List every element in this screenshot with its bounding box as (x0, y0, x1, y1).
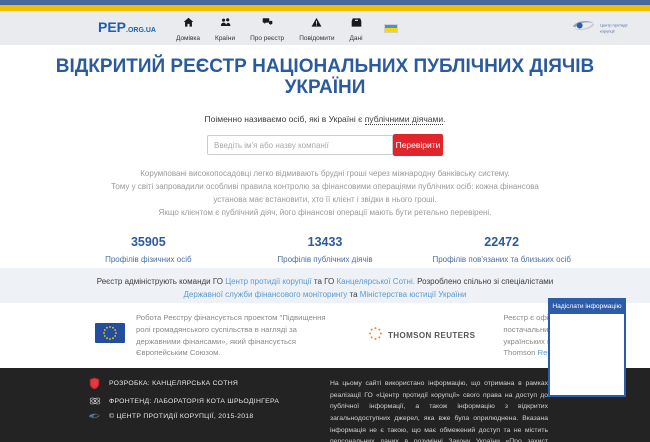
logo-suffix-text: .ORG.UA (126, 27, 156, 34)
nav-item-home[interactable]: Домівка (176, 15, 200, 42)
nav-item-data[interactable]: Дані (350, 15, 363, 42)
admin-text: Реєстр адмініструють команди ГО (96, 277, 226, 286)
page-title: ВІДКРИТИЙ РЕЄСТР НАЦІОНАЛЬНИХ ПУБЛІЧНИХ … (45, 56, 605, 98)
nav-label: Країни (215, 34, 236, 42)
check-button[interactable]: Перевірити (393, 134, 443, 157)
nav-label: Повідомити (299, 34, 335, 42)
stats-row: 35905 Профілів фізичних осіб 13433 Профі… (60, 235, 590, 264)
eye-icon (88, 412, 101, 420)
nav-label: Про реєстр (250, 34, 285, 42)
alert-icon (311, 15, 322, 33)
admin-text: та (347, 290, 360, 300)
eu-flag-icon (95, 323, 125, 348)
ministry-justice-link[interactable]: Міністерства юстиції України (360, 290, 467, 299)
kantselyarska-sotnya-link[interactable]: Канцелярської Сотні. (337, 277, 415, 286)
site-logo[interactable]: PEP.ORG.UA (98, 19, 156, 37)
stat-value: 22472 (484, 234, 520, 249)
credit-label: © ЦЕНТР ПРОТИДІЇ КОРУПЦІЇ, 2015-2018 (109, 412, 254, 420)
description-line: Корумповані високопосадовці легко відмив… (140, 169, 510, 179)
nav-label: Дані (349, 34, 363, 42)
intro-description: Корумповані високопосадовці легко відмив… (103, 168, 548, 220)
nav-label: Домівка (175, 34, 201, 42)
public-figures-link[interactable]: публічними діячами (364, 114, 444, 126)
antac-link[interactable]: Центр протидії корупції (225, 277, 312, 286)
antac-logo[interactable]: Центр протидії корупції (571, 19, 630, 38)
stat-label: Профілів пов'язаних та близьких осіб (432, 254, 571, 264)
fin-monitoring-link[interactable]: Державної служби фінансового моніторингу (183, 290, 347, 299)
atom-icon (88, 395, 101, 407)
hero-section: ВІДКРИТИЙ РЕЄСТР НАЦІОНАЛЬНИХ ПУБЛІЧНИХ … (0, 45, 650, 268)
people-icon (220, 15, 231, 33)
shield-icon (88, 377, 101, 390)
subtitle-prefix: Поіменно називаємо осіб, які в Україні є (204, 114, 365, 125)
data-box-icon (351, 15, 362, 33)
home-icon (183, 15, 194, 33)
admin-text: Розроблено спільно зі спеціалістами (414, 277, 554, 286)
page: PEP.ORG.UA Домівка Країни Про реєстр Пов… (0, 0, 650, 442)
chat-icon (262, 15, 273, 33)
thomson-reuters-logo: THOMSON REUTERS (368, 326, 475, 346)
antac-logo-text: Центр протидії корупції (600, 22, 628, 33)
credit-label: ФРОНТЕНД: ЛАБОРАТОРІЯ КОТА ШРЬОДІНГЕРА (109, 397, 280, 405)
eye-icon (571, 19, 597, 38)
description-line: Тому у світі запровадили особливі правил… (111, 181, 539, 204)
send-info-panel-header[interactable]: Надіслати інформацію (550, 300, 624, 314)
nav-item-about[interactable]: Про реєстр (250, 15, 284, 42)
stat-label: Профілів фізичних осіб (105, 254, 192, 264)
search-input[interactable] (207, 135, 393, 156)
stat-public-figures: 13433 Профілів публічних діячів (237, 235, 414, 264)
stat-value: 35905 (130, 234, 166, 249)
eu-funding-text: Робота Реєстру фінансується проектом "Пі… (136, 313, 326, 358)
ukraine-flag-icon[interactable] (383, 23, 398, 33)
stat-individuals: 35905 Профілів фізичних осіб (60, 235, 237, 264)
title-line-2: УКРАЇНИ (284, 76, 366, 98)
stat-label: Профілів публічних діячів (277, 254, 373, 264)
thomson-reuters-icon (368, 326, 383, 346)
stat-value: 13433 (307, 234, 343, 249)
description-line: Якщо клієнтом є публічний діяч, його фін… (158, 207, 492, 217)
site-header: PEP.ORG.UA Домівка Країни Про реєстр Пов… (0, 11, 650, 45)
stat-related-persons: 22472 Профілів пов'язаних та близьких ос… (413, 235, 590, 264)
thomson-reuters-label: THOMSON REUTERS (388, 331, 476, 340)
send-info-panel: Надіслати інформацію (548, 298, 626, 397)
subtitle: Поіменно називаємо осіб, які в Україні є… (0, 114, 650, 126)
nav-item-report[interactable]: Повідомити (299, 15, 335, 42)
title-line-1: ВІДКРИТИЙ РЕЄСТР НАЦІОНАЛЬНИХ ПУБЛІЧНИХ … (55, 56, 595, 77)
subtitle-suffix: . (443, 114, 446, 125)
nav-item-countries[interactable]: Країни (215, 15, 235, 42)
credit-label: РОЗРОБКА: КАНЦЕЛЯРСЬКА СОТНЯ (109, 380, 239, 387)
legal-disclaimer: На цьому сайті використано інформацію, щ… (330, 380, 548, 442)
main-nav: Домівка Країни Про реєстр Повідомити Дан… (176, 15, 398, 42)
logo-main-text: PEP (98, 19, 127, 35)
admin-text: та ГО (311, 277, 337, 286)
search-row: Перевірити (0, 134, 650, 157)
